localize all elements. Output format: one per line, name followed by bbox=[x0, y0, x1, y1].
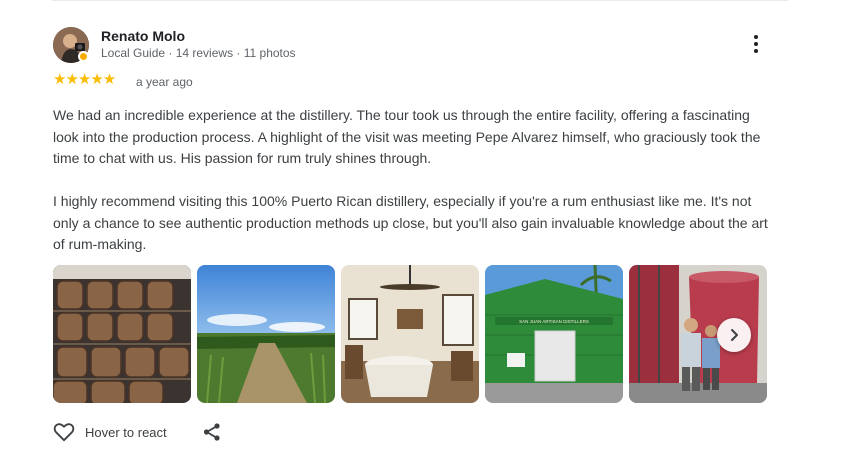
next-photo-button[interactable] bbox=[717, 318, 751, 352]
react-label: Hover to react bbox=[85, 424, 167, 440]
chevron-right-icon bbox=[731, 329, 738, 341]
review-text: We had an incredible experience at the d… bbox=[53, 107, 768, 252]
review-date: a year ago bbox=[136, 75, 193, 89]
top-divider bbox=[52, 0, 788, 1]
share-icon bbox=[203, 423, 220, 441]
more-vert-icon bbox=[754, 35, 758, 39]
photo-cane-field[interactable] bbox=[197, 265, 335, 403]
photo-distillery-building[interactable]: SAN JUAN ARTISAN DISTILLERS bbox=[485, 265, 623, 403]
react-button[interactable]: Hover to react bbox=[53, 422, 167, 442]
photo-barrels[interactable] bbox=[53, 265, 191, 403]
author-name[interactable]: Renato Molo bbox=[101, 28, 185, 44]
local-guide-badge-icon bbox=[78, 51, 89, 62]
author-meta: Local Guide · 14 reviews · 11 photos bbox=[101, 46, 296, 60]
building-sign: SAN JUAN ARTISAN DISTILLERS bbox=[519, 319, 589, 324]
heart-outline-icon bbox=[53, 423, 75, 442]
star-rating: ★★★★★ bbox=[53, 71, 116, 88]
photo-tasting-room[interactable] bbox=[341, 265, 479, 403]
more-options-button[interactable] bbox=[746, 34, 766, 54]
share-button[interactable] bbox=[202, 422, 222, 447]
